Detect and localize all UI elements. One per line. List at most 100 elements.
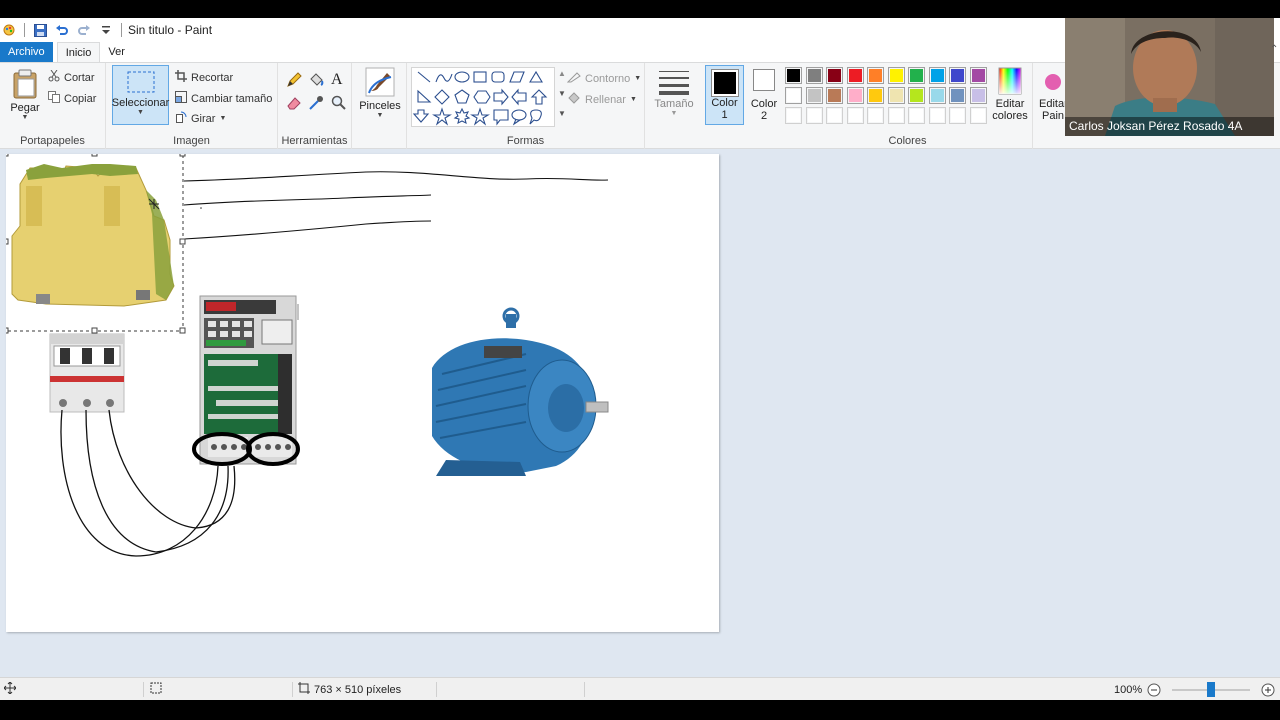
tools-group: A Herramientas — [278, 63, 352, 149]
color-palette — [785, 67, 995, 129]
palette-color-swatch[interactable] — [908, 67, 925, 84]
save-icon[interactable] — [33, 23, 47, 37]
fill-icon — [567, 92, 581, 107]
palette-color-swatch[interactable] — [969, 67, 987, 84]
ribbon-collapse-icon[interactable]: ⌃ — [1270, 44, 1278, 55]
text-icon[interactable]: A — [331, 71, 343, 89]
paint-app-icon[interactable] — [2, 23, 16, 37]
palette-color-swatch[interactable] — [887, 107, 905, 124]
shapes-scroll-up-icon[interactable]: ▲ — [558, 69, 566, 78]
crop-label: Recortar — [191, 71, 234, 84]
size-dropdown-icon: ▼ — [670, 110, 678, 117]
palette-color-swatch[interactable] — [928, 107, 946, 124]
cut-button[interactable]: Cortar — [48, 69, 95, 85]
clipboard-group: Pegar ▼ Cortar Copiar Portapapeles — [0, 63, 106, 149]
palette-color-swatch[interactable] — [928, 87, 946, 104]
palette-color-swatch[interactable] — [949, 107, 966, 124]
shapes-expand-icon[interactable]: ▼ — [558, 109, 566, 118]
palette-color-swatch[interactable] — [826, 107, 843, 124]
palette-color-swatch[interactable] — [887, 87, 905, 104]
magnifier-icon[interactable] — [331, 95, 347, 114]
palette-color-swatch[interactable] — [949, 67, 966, 84]
drawing-canvas[interactable] — [6, 154, 719, 632]
palette-color-swatch[interactable] — [846, 87, 864, 104]
customize-qat-icon[interactable] — [99, 23, 113, 37]
pencil-icon[interactable] — [286, 72, 302, 91]
outline-dropdown-icon: ▼ — [634, 75, 642, 82]
eraser-icon[interactable] — [286, 95, 302, 114]
redo-icon[interactable] — [77, 23, 91, 37]
palette-color-swatch[interactable] — [805, 107, 823, 124]
color-picker-icon[interactable] — [308, 95, 324, 114]
tab-view[interactable]: Ver — [100, 42, 133, 62]
outline-icon — [566, 71, 581, 86]
palette-color-swatch[interactable] — [826, 67, 843, 84]
palette-color-swatch[interactable] — [785, 67, 802, 84]
shapes-gallery-icons — [412, 70, 548, 126]
copy-button[interactable]: Copiar — [48, 91, 96, 106]
palette-color-swatch[interactable] — [867, 87, 884, 104]
palette-color-swatch[interactable] — [908, 87, 925, 104]
palette-color-swatch[interactable] — [908, 107, 925, 124]
shapes-scroll-down-icon[interactable]: ▼ — [558, 89, 566, 98]
zoom-level-text: 100% — [1114, 683, 1143, 696]
hand-drawn-wire — [60, 409, 219, 557]
resize-button[interactable]: Cambiar tamaño — [175, 91, 272, 106]
paste-icon — [11, 69, 39, 102]
brush-icon — [365, 67, 395, 100]
webcam-overlay: Carlos Joksan Pérez Rosado 4A — [1065, 18, 1274, 136]
hand-drawn-line — [183, 220, 432, 240]
crop-button[interactable]: Recortar — [175, 70, 233, 85]
paint3d-icon — [1043, 69, 1063, 98]
palette-color-swatch[interactable] — [928, 67, 946, 84]
palette-color-swatch[interactable] — [969, 87, 987, 104]
size-button[interactable]: Tamaño ▼ — [651, 69, 697, 117]
edit-colors-button[interactable]: Editar colores — [988, 67, 1032, 122]
zoom-slider-thumb[interactable] — [1207, 682, 1215, 697]
fill-button[interactable]: Rellenar ▼ — [567, 92, 637, 107]
size-label: Tamaño — [654, 98, 694, 110]
image-size-icon — [298, 682, 310, 697]
palette-color-fill — [930, 89, 944, 102]
brushes-button[interactable]: Pinceles ▼ — [358, 67, 402, 119]
palette-color-fill — [869, 109, 882, 122]
cursor-position — [3, 678, 17, 700]
image-group: Seleccionar ▼ Recortar Cambiar tamaño Gi… — [106, 63, 278, 149]
palette-color-swatch[interactable] — [867, 67, 884, 84]
color1-fill — [713, 72, 736, 94]
tab-home[interactable]: Inicio — [56, 42, 101, 62]
palette-color-fill — [807, 109, 821, 122]
palette-color-swatch[interactable] — [846, 67, 864, 84]
rotate-button[interactable]: Girar ▼ — [175, 111, 226, 126]
undo-icon[interactable] — [55, 23, 69, 37]
color1-button[interactable]: Color 1 — [705, 65, 744, 125]
quick-access-toolbar — [0, 18, 122, 42]
shapes-gallery[interactable] — [411, 67, 555, 127]
outline-button[interactable]: Contorno ▼ — [566, 71, 642, 86]
tab-file[interactable]: Archivo — [0, 42, 53, 62]
palette-color-swatch[interactable] — [887, 67, 905, 84]
color2-number: 2 — [760, 110, 768, 122]
palette-color-swatch[interactable] — [785, 107, 802, 124]
palette-color-swatch[interactable] — [949, 87, 966, 104]
copy-icon — [48, 91, 60, 106]
palette-color-swatch[interactable] — [805, 87, 823, 104]
palette-color-swatch[interactable] — [969, 107, 987, 124]
palette-color-swatch[interactable] — [826, 87, 843, 104]
zoom-out-icon[interactable] — [1147, 683, 1161, 700]
palette-color-swatch[interactable] — [805, 67, 823, 84]
palette-color-swatch[interactable] — [867, 107, 884, 124]
edit-paint3d-button[interactable]: Editar Pain — [1038, 69, 1068, 122]
workspace — [0, 149, 1280, 677]
color1-label: Color — [711, 97, 738, 109]
cut-label: Cortar — [64, 71, 95, 84]
color2-button[interactable]: Color 2 — [746, 69, 782, 122]
hand-drawn-line — [183, 171, 609, 182]
move-cursor-icon — [3, 681, 17, 697]
paste-button[interactable]: Pegar ▼ — [6, 69, 44, 121]
palette-color-swatch[interactable] — [846, 107, 864, 124]
fill-bucket-icon[interactable] — [308, 72, 324, 91]
zoom-in-icon[interactable] — [1261, 683, 1275, 700]
palette-color-swatch[interactable] — [785, 87, 802, 104]
select-button[interactable]: Seleccionar ▼ — [112, 65, 169, 125]
